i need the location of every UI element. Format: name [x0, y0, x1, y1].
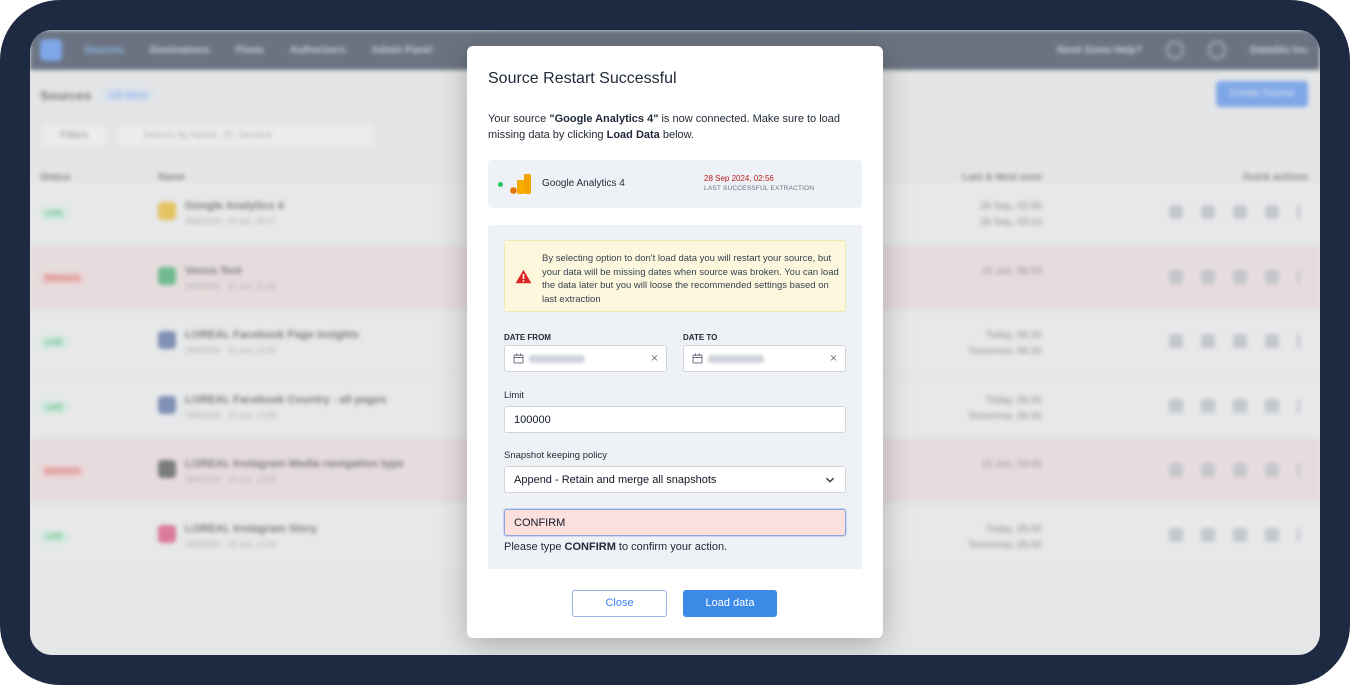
load-data-button[interactable]: Load data — [683, 590, 777, 617]
confirm-input[interactable]: CONFIRM — [504, 509, 846, 536]
warning-text: By selecting option to don't load data y… — [542, 253, 839, 305]
warning-box: By selecting option to don't load data y… — [504, 240, 846, 312]
clear-icon[interactable]: × — [651, 351, 658, 365]
desc-load-data: Load Data — [606, 129, 660, 141]
source-card: Google Analytics 4 28 Sep 2024, 02:56 LA… — [488, 160, 862, 208]
load-options-panel: By selecting option to don't load data y… — [488, 225, 862, 569]
date-from-label: DATE FROM — [504, 333, 551, 342]
limit-label: Limit — [504, 390, 525, 401]
snapshot-policy-value: Append - Retain and merge all snapshots — [514, 474, 717, 486]
restart-modal: Source Restart Successful Your source "G… — [467, 46, 883, 638]
google-analytics-icon — [510, 174, 531, 194]
date-from-value-redacted — [529, 355, 585, 363]
last-extraction-label: LAST SUCCESSFUL EXTRACTION — [704, 185, 815, 192]
calendar-icon — [513, 353, 524, 364]
confirm-value: CONFIRM — [514, 517, 566, 529]
confirm-hint: Please type CONFIRM to confirm your acti… — [504, 541, 727, 553]
screen: Sources Destinations Flows Authorizers A… — [30, 30, 1320, 655]
device-frame: Sources Destinations Flows Authorizers A… — [0, 0, 1350, 685]
snapshot-policy-label: Snapshot keeping policy — [504, 450, 607, 461]
hint-keyword: CONFIRM — [564, 541, 616, 553]
warning-icon — [515, 269, 532, 284]
status-dot — [498, 182, 503, 187]
calendar-icon — [692, 353, 703, 364]
hint-text-end: to confirm your action. — [615, 541, 728, 553]
last-extraction-date: 28 Sep 2024, 02:56 — [704, 174, 774, 183]
limit-value: 100000 — [514, 414, 551, 426]
modal-title: Source Restart Successful — [488, 70, 677, 87]
desc-text: Your source — [488, 113, 550, 125]
date-to-label: DATE TO — [683, 333, 718, 342]
desc-text-end: below. — [659, 129, 695, 141]
clear-icon[interactable]: × — [830, 351, 837, 365]
date-to-field[interactable]: × — [683, 345, 846, 372]
close-button[interactable]: Close — [572, 590, 667, 617]
limit-input[interactable]: 100000 — [504, 406, 846, 433]
chevron-down-icon — [825, 477, 835, 483]
modal-description: Your source "Google Analytics 4" is now … — [488, 111, 858, 143]
hint-text: Please type — [504, 541, 565, 553]
date-from-field[interactable]: × — [504, 345, 667, 372]
source-name: Google Analytics 4 — [542, 178, 625, 189]
snapshot-policy-select[interactable]: Append - Retain and merge all snapshots — [504, 466, 846, 493]
desc-source-name: "Google Analytics 4" — [549, 113, 659, 125]
date-to-value-redacted — [708, 355, 764, 363]
